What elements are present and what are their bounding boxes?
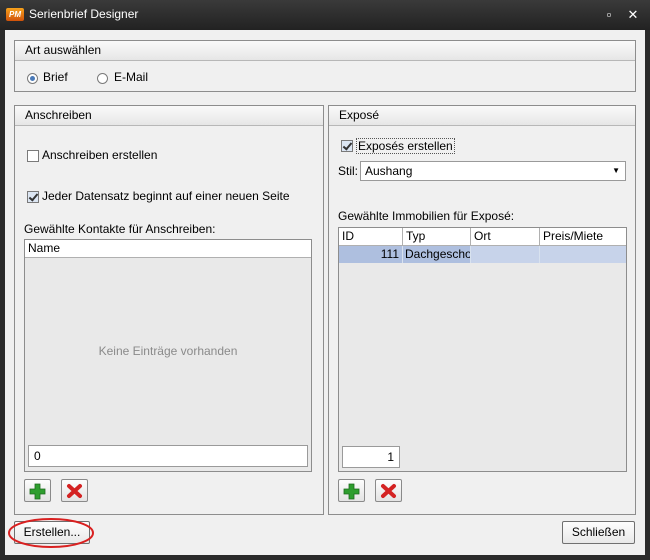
anschreiben-group-header: Anschreiben	[15, 106, 323, 126]
kontakte-count: 0	[28, 445, 308, 467]
window-title: Serienbrief Designer	[29, 7, 139, 21]
anschreiben-erstellen-label[interactable]: Anschreiben erstellen	[42, 148, 157, 162]
immobilien-count: 1	[342, 446, 400, 468]
close-window-button[interactable]: ✕	[624, 6, 642, 24]
kontakte-list[interactable]: Name Keine Einträge vorhanden 0	[24, 239, 312, 472]
stil-label: Stil:	[338, 164, 359, 178]
cell-ort	[471, 246, 540, 263]
radio-email[interactable]	[97, 73, 108, 84]
exposes-erstellen-checkbox[interactable]	[341, 140, 353, 152]
expose-group-header: Exposé	[329, 106, 635, 126]
column-id[interactable]: ID	[339, 228, 403, 245]
chevron-down-icon: ▼	[612, 166, 620, 175]
column-preis[interactable]: Preis/Miete	[540, 228, 626, 245]
exposes-erstellen-label[interactable]: Exposés erstellen	[356, 138, 455, 154]
stil-select[interactable]: Aushang ▼	[360, 161, 626, 181]
add-immobilie-button[interactable]	[338, 479, 365, 502]
anschreiben-erstellen-checkbox[interactable]	[27, 150, 39, 162]
add-kontakt-button[interactable]	[24, 479, 51, 502]
remove-kontakt-button[interactable]	[61, 479, 88, 502]
plus-icon	[343, 483, 360, 500]
dialog-body: Art auswählen Brief E-Mail Anschreiben A…	[5, 30, 645, 555]
cell-id: 111	[339, 246, 403, 263]
empty-list-text: Keine Einträge vorhanden	[98, 344, 238, 358]
delete-icon	[381, 484, 396, 498]
highlight-ring	[8, 518, 94, 548]
app-logo-icon: PM	[6, 8, 24, 21]
immobilien-list[interactable]: ID Typ Ort Preis/Miete 111 Dachgeschos 1	[338, 227, 627, 472]
column-typ[interactable]: Typ	[403, 228, 471, 245]
remove-immobilie-button[interactable]	[375, 479, 402, 502]
column-ort[interactable]: Ort	[471, 228, 540, 245]
column-name[interactable]: Name	[25, 240, 311, 257]
cell-preis	[540, 246, 626, 263]
kontakte-list-header: Name	[25, 240, 311, 258]
anschreiben-group: Anschreiben Anschreiben erstellen Jeder …	[14, 105, 324, 515]
plus-icon	[29, 483, 46, 500]
expose-group: Exposé Exposés erstellen Stil: Aushang ▼…	[328, 105, 636, 515]
stil-select-value: Aushang	[365, 164, 413, 178]
kontakte-label: Gewählte Kontakte für Anschreiben:	[24, 222, 216, 236]
radio-brief-label[interactable]: Brief	[43, 70, 68, 84]
title-bar: PM Serienbrief Designer ▫ ✕	[0, 0, 650, 30]
neue-seite-label[interactable]: Jeder Datensatz beginnt auf einer neuen …	[42, 189, 290, 203]
minimize-button[interactable]: ▫	[600, 6, 618, 24]
immobilien-list-header: ID Typ Ort Preis/Miete	[339, 228, 626, 246]
radio-brief[interactable]	[27, 73, 38, 84]
serienbrief-window: PM Serienbrief Designer ▫ ✕ Art auswähle…	[0, 0, 650, 560]
art-group-header: Art auswählen	[15, 41, 635, 61]
cell-typ: Dachgeschos	[405, 246, 471, 263]
neue-seite-checkbox[interactable]	[27, 191, 39, 203]
table-row[interactable]: 111 Dachgeschos	[339, 246, 626, 263]
radio-email-label[interactable]: E-Mail	[114, 70, 148, 84]
art-group: Art auswählen Brief E-Mail	[14, 40, 636, 92]
immobilien-label: Gewählte Immobilien für Exposé:	[338, 209, 515, 223]
delete-icon	[67, 484, 82, 498]
schliessen-button[interactable]: Schließen	[562, 521, 635, 544]
